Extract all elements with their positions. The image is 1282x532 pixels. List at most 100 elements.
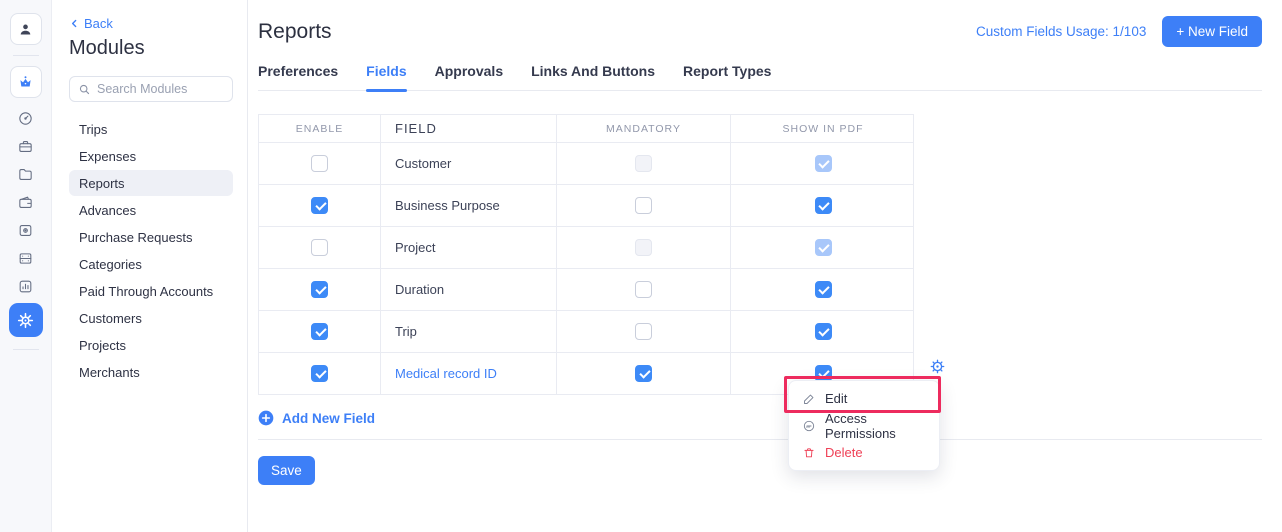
show-in-pdf-checkbox[interactable]: [815, 281, 832, 298]
approvals-icon: [17, 222, 34, 239]
column-header-show-in-pdf: SHOW IN PDF: [730, 115, 915, 142]
mandatory-checkbox[interactable]: [635, 155, 652, 172]
tab-approvals[interactable]: Approvals: [435, 63, 503, 90]
table-row: Duration: [259, 268, 913, 310]
analytics-button[interactable]: [10, 272, 42, 300]
custom-field-settings-button[interactable]: [928, 357, 948, 377]
search-modules-box[interactable]: [69, 76, 233, 102]
menu-item-label: Access Permissions: [825, 411, 926, 441]
wallet-button[interactable]: [10, 188, 42, 216]
dashboard-button[interactable]: [10, 104, 42, 132]
menu-item-access-permissions[interactable]: Access Permissions: [789, 412, 939, 439]
column-header-mandatory: MANDATORY: [556, 115, 730, 142]
sidebar-item-advances[interactable]: Advances: [69, 197, 233, 223]
app-icon-rail: [0, 0, 52, 532]
expenses-button[interactable]: [10, 160, 42, 188]
sidebar-item-expenses[interactable]: Expenses: [69, 143, 233, 169]
menu-item-label: Edit: [825, 391, 847, 406]
sidebar-item-customers[interactable]: Customers: [69, 305, 233, 331]
custom-field-context-menu: Edit Access Permissions Delete: [788, 380, 940, 471]
admin-crown-icon: [17, 74, 34, 91]
page-title: Reports: [258, 20, 332, 44]
mandatory-checkbox[interactable]: [635, 365, 652, 382]
sidebar-title: Modules: [69, 37, 233, 60]
user-profile-button[interactable]: [10, 13, 42, 45]
add-new-field-label: Add New Field: [282, 411, 375, 426]
back-label: Back: [84, 16, 113, 31]
show-in-pdf-checkbox[interactable]: [815, 197, 832, 214]
trips-icon: [17, 138, 34, 155]
tab-fields[interactable]: Fields: [366, 63, 406, 90]
pencil-icon: [802, 392, 816, 406]
admin-view-button[interactable]: [10, 66, 42, 98]
enable-checkbox[interactable]: [311, 281, 328, 298]
enable-checkbox[interactable]: [311, 155, 328, 172]
custom-fields-usage-link[interactable]: Custom Fields Usage: 1/103: [976, 24, 1146, 39]
add-new-field-link[interactable]: Add New Field: [258, 410, 375, 426]
show-in-pdf-checkbox[interactable]: [815, 323, 832, 340]
new-field-button[interactable]: + New Field: [1162, 16, 1262, 47]
settings-button[interactable]: [9, 303, 43, 337]
sidebar-item-merchants[interactable]: Merchants: [69, 359, 233, 385]
menu-item-delete[interactable]: Delete: [789, 439, 939, 466]
rail-divider: [13, 349, 39, 350]
expenses-icon: [17, 166, 34, 183]
sidebar-item-reports[interactable]: Reports: [69, 170, 233, 196]
mandatory-checkbox[interactable]: [635, 323, 652, 340]
table-row: Customer: [259, 142, 913, 184]
search-icon: [78, 83, 91, 96]
mandatory-checkbox[interactable]: [635, 281, 652, 298]
settings-icon: [16, 311, 35, 330]
sidebar-item-projects[interactable]: Projects: [69, 332, 233, 358]
report-settings-tabs: Preferences Fields Approvals Links And B…: [258, 63, 1262, 91]
section-divider: [258, 439, 1262, 440]
analytics-icon: [17, 278, 34, 295]
menu-item-edit[interactable]: Edit: [789, 385, 939, 412]
sidebar-item-categories[interactable]: Categories: [69, 251, 233, 277]
show-in-pdf-checkbox[interactable]: [815, 239, 832, 256]
sidebar-item-purchase-requests[interactable]: Purchase Requests: [69, 224, 233, 250]
main-content: Reports Custom Fields Usage: 1/103 + New…: [248, 0, 1282, 532]
rail-divider: [13, 55, 39, 56]
enable-checkbox[interactable]: [311, 197, 328, 214]
tab-preferences[interactable]: Preferences: [258, 63, 338, 90]
access-permissions-icon: [802, 419, 816, 433]
table-row: Business Purpose: [259, 184, 913, 226]
column-header-field: FIELD: [380, 115, 556, 142]
field-name: Duration: [380, 269, 556, 310]
table-row: Trip: [259, 310, 913, 352]
field-name: Trip: [380, 311, 556, 352]
enable-checkbox[interactable]: [311, 365, 328, 382]
back-link[interactable]: Back: [69, 16, 233, 31]
user-profile-icon: [17, 21, 34, 38]
modules-sidebar: Back Modules Trips Expenses Reports Adva…: [52, 0, 248, 532]
table-row: Project: [259, 226, 913, 268]
enable-checkbox[interactable]: [311, 323, 328, 340]
accounts-button[interactable]: [10, 244, 42, 272]
column-header-enable: ENABLE: [259, 115, 380, 142]
search-modules-input[interactable]: [97, 82, 224, 96]
field-name[interactable]: Medical record ID: [380, 353, 556, 394]
dashboard-icon: [17, 110, 34, 127]
modules-list: Trips Expenses Reports Advances Purchase…: [69, 116, 233, 385]
approvals-button[interactable]: [10, 216, 42, 244]
field-name: Business Purpose: [380, 185, 556, 226]
gear-icon: [928, 357, 948, 376]
tab-report-types[interactable]: Report Types: [683, 63, 771, 90]
mandatory-checkbox[interactable]: [635, 197, 652, 214]
sidebar-item-trips[interactable]: Trips: [69, 116, 233, 142]
mandatory-checkbox[interactable]: [635, 239, 652, 256]
enable-checkbox[interactable]: [311, 239, 328, 256]
fields-table: ENABLE FIELD MANDATORY SHOW IN PDF Custo…: [258, 114, 914, 395]
field-name: Project: [380, 227, 556, 268]
show-in-pdf-checkbox[interactable]: [815, 155, 832, 172]
table-header-row: ENABLE FIELD MANDATORY SHOW IN PDF: [259, 115, 913, 142]
trips-button[interactable]: [10, 132, 42, 160]
menu-item-label: Delete: [825, 445, 863, 460]
trash-icon: [802, 446, 816, 460]
save-button[interactable]: Save: [258, 456, 315, 485]
sidebar-item-paid-through-accounts[interactable]: Paid Through Accounts: [69, 278, 233, 304]
plus-circle-icon: [258, 410, 274, 426]
wallet-icon: [17, 194, 34, 211]
tab-links-and-buttons[interactable]: Links And Buttons: [531, 63, 655, 90]
